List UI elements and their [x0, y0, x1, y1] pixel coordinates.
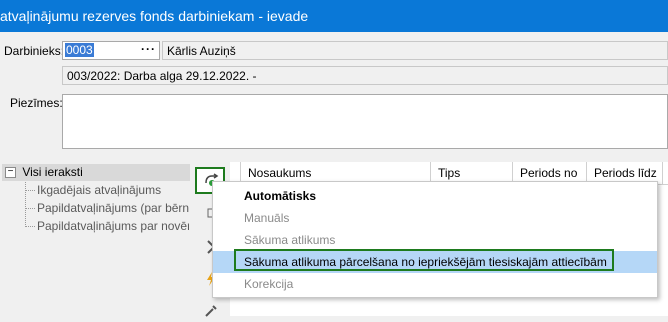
column-header-name[interactable]: Nosaukums	[248, 166, 311, 180]
employee-name-value: Kārlis Auziņš	[167, 44, 236, 58]
tree-root[interactable]: − Visi ieraksti	[5, 165, 83, 179]
ellipsis-icon[interactable]: ···	[141, 42, 156, 56]
employee-code-value: 0003	[65, 43, 94, 57]
column-header-type[interactable]: Tips	[438, 166, 460, 180]
tree-root-label: Visi ieraksti	[22, 165, 83, 179]
menu-item-correction[interactable]: Korekcija	[213, 273, 657, 295]
tree-connector	[25, 182, 26, 227]
tree-item[interactable]: Papildatvaļinājums par novērtē	[37, 219, 189, 233]
period-value: 003/2022: Darba alga 29.12.2022. -	[67, 69, 257, 83]
menu-item-opening-balance[interactable]: Sākuma atlikums	[213, 229, 657, 251]
employee-name-field: Kārlis Auziņš	[162, 41, 668, 60]
period-field: 003/2022: Darba alga 29.12.2022. -	[62, 66, 668, 85]
add-entry-menu: Automātisks Manuāls Sākuma atlikums Sāku…	[212, 181, 658, 298]
title-bar: atvaļinājumu rezerves fonds darbiniekam …	[0, 0, 668, 32]
employee-label: Darbinieks:	[4, 44, 65, 58]
tree-item[interactable]: Papildatvaļinājums (par bērniem	[37, 201, 189, 215]
window-title: atvaļinājumu rezerves fonds darbiniekam …	[0, 8, 309, 24]
column-header-period-from[interactable]: Periods no	[520, 166, 577, 180]
tree-connector	[25, 208, 35, 209]
tree-item[interactable]: Ikgadējais atvaļinājums	[37, 183, 161, 197]
tree-connector	[25, 190, 35, 191]
menu-item-balance-transfer[interactable]: Sākuma atlikuma pārcelšana no iepriekšēj…	[213, 249, 657, 273]
column-header-period-to[interactable]: Periods līdz	[594, 166, 657, 180]
notes-label: Piezīmes:	[10, 96, 63, 110]
menu-item-manual[interactable]: Manuāls	[213, 207, 657, 229]
employee-code-input[interactable]: 0003 ···	[62, 41, 160, 60]
tools-icon[interactable]	[200, 300, 222, 322]
collapse-icon[interactable]: −	[5, 167, 16, 179]
notes-textarea[interactable]	[62, 94, 668, 149]
menu-item-automatic[interactable]: Automātisks	[213, 185, 657, 207]
tree-connector	[25, 226, 35, 227]
